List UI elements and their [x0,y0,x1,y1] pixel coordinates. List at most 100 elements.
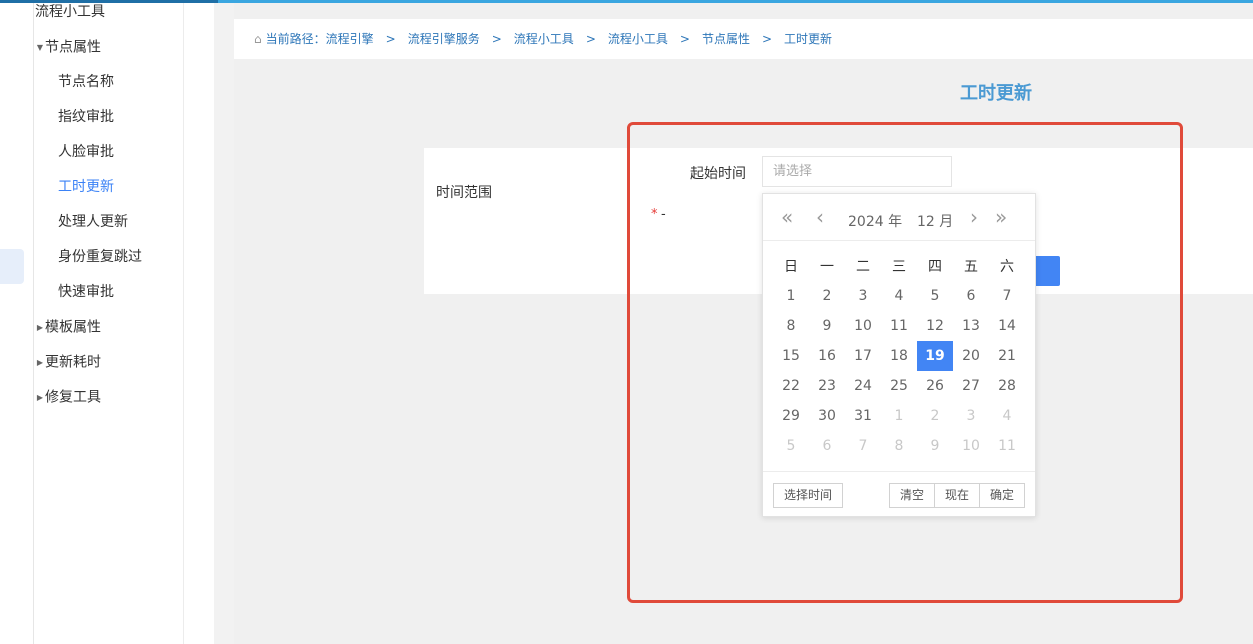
day-cell[interactable]: 6 [953,281,989,311]
day-cell[interactable]: 18 [881,341,917,371]
day-cell[interactable]: 1 [773,281,809,311]
breadcrumb-item[interactable]: 节点属性 [702,32,750,46]
day-cell[interactable]: 29 [773,401,809,431]
time-range-label: 时间范围 [436,185,492,201]
day-cell[interactable]: 22 [773,371,809,401]
day-cell[interactable]: 10 [845,311,881,341]
caret-right-icon: ▶ [36,393,44,402]
breadcrumb-separator: > [761,32,773,46]
sidebar-tree: 流程小工具 ▼ 节点属性 节点名称 指纹审批 人脸审批 工时更新 处理人更新 身份… [35,3,183,644]
next-month-icon[interactable]: › [970,205,978,229]
day-cell-other-month: 5 [786,438,796,454]
breadcrumb-item[interactable]: 流程引擎 [326,32,374,46]
day-cell[interactable]: 12 [917,311,953,341]
day-cell[interactable]: 23 [809,371,845,401]
date-picker-header: « ‹ 2024 年 12 月 › » [763,194,1035,241]
weekday-label: 三 [892,259,906,275]
tree-group-label: 修复工具 [45,389,101,406]
day-cell[interactable]: 11 [881,311,917,341]
date-picker: « ‹ 2024 年 12 月 › » 日 一 二 三 四 五 六 123456… [762,193,1036,517]
left-nav-strip [0,3,34,644]
tree-item-node-name[interactable]: 节点名称 [58,65,114,100]
tree-group-label: 模板属性 [45,319,101,336]
breadcrumb-item[interactable]: 工时更新 [784,32,832,46]
day-cell[interactable]: 27 [953,371,989,401]
day-cell[interactable]: 3 [845,281,881,311]
confirm-button[interactable]: 确定 [979,483,1025,508]
clear-button[interactable]: 清空 [889,483,935,508]
weekday-label: 一 [820,259,834,275]
required-mark: * [651,207,658,222]
start-time-label: 起始时间 [690,166,746,182]
tree-item-face-approval[interactable]: 人脸审批 [58,135,114,170]
caret-right-icon: ▶ [36,323,44,332]
day-cell[interactable]: 15 [773,341,809,371]
weekday-label: 二 [856,259,870,275]
day-cell-selected[interactable]: 19 [917,341,953,371]
month-label[interactable]: 12 月 [917,211,953,231]
main-content: ⌂ 当前路径：流程引擎 > 流程引擎服务 > 流程小工具 > 流程小工具 > 节点属性 > 工时更新 … [234,3,1253,644]
tree-item-quick-approval[interactable]: 快速审批 [58,275,114,310]
tree-item-identity-skip[interactable]: 身份重复跳过 [58,240,142,275]
day-cell[interactable]: 7 [989,281,1025,311]
weekday-label: 日 [784,259,798,275]
day-cell[interactable]: 30 [809,401,845,431]
tree-group-template-attrs[interactable]: ▶ 模板属性 [35,310,101,345]
start-time-input[interactable] [762,156,952,187]
day-cell[interactable]: 4 [881,281,917,311]
caret-right-icon: ▶ [36,358,44,367]
day-cell[interactable]: 17 [845,341,881,371]
select-time-button[interactable]: 选择时间 [773,483,843,508]
tree-item-handler-update[interactable]: 处理人更新 [58,205,128,240]
now-button[interactable]: 现在 [934,483,980,508]
main-top-gap [234,3,1253,19]
day-cell[interactable]: 9 [809,311,845,341]
day-cell[interactable]: 28 [989,371,1025,401]
tree-group-node-attrs[interactable]: ▼ 节点属性 [35,30,101,65]
tree-group-label: 更新耗时 [45,354,101,371]
day-cell[interactable]: 13 [953,311,989,341]
tree-group-repair-tools[interactable]: ▶ 修复工具 [35,380,101,415]
day-cell[interactable]: 14 [989,311,1025,341]
prev-month-icon[interactable]: ‹ [816,205,824,229]
day-cell-other-month: 4 [1002,408,1012,424]
weekday-label: 六 [1000,259,1014,275]
day-cell[interactable]: 24 [845,371,881,401]
breadcrumb-item[interactable]: 流程小工具 [608,32,668,46]
year-label[interactable]: 2024 年 [848,211,902,231]
day-cell[interactable]: 26 [917,371,953,401]
weekday-label: 五 [964,259,978,275]
day-cell[interactable]: 16 [809,341,845,371]
day-cell-other-month: 1 [894,408,904,424]
next-year-icon[interactable]: » [995,205,1007,229]
day-cell-other-month: 2 [930,408,940,424]
sidebar-gap [214,3,234,644]
tree-group-update-duration[interactable]: ▶ 更新耗时 [35,345,101,380]
range-dash: - [661,207,666,222]
home-icon: ⌂ [254,32,262,46]
day-cell[interactable]: 25 [881,371,917,401]
day-cell-other-month: 3 [966,408,976,424]
day-cell[interactable]: 20 [953,341,989,371]
breadcrumb-separator: > [491,32,502,46]
breadcrumb-separator: > [679,32,690,46]
weekday-row: 日 一 二 三 四 五 六 [773,252,1025,282]
tree-item-fingerprint-approval[interactable]: 指纹审批 [58,100,114,135]
breadcrumb-item[interactable]: 流程引擎服务 [408,32,480,46]
day-cell[interactable]: 21 [989,341,1025,371]
tree-root-tools[interactable]: 流程小工具 [35,0,105,30]
day-cell-other-month: 9 [930,438,940,454]
day-cell[interactable]: 2 [809,281,845,311]
date-picker-footer: 选择时间 清空 现在 确定 [763,471,1035,517]
day-cell[interactable]: 31 [845,401,881,431]
day-grid: 1 2 3 4 5 6 7 8 9 10 11 12 13 14 15 16 17 18 19 20 21 22 23 24 2… [773,281,1025,461]
page-title: 工时更新 [960,83,1032,104]
breadcrumb-item[interactable]: 流程小工具 [514,32,574,46]
breadcrumb-separator: > [585,32,596,46]
day-cell-other-month: 6 [822,438,832,454]
prev-year-icon[interactable]: « [781,205,793,229]
left-nav-strip-active[interactable] [0,249,24,284]
day-cell[interactable]: 8 [773,311,809,341]
tree-item-work-hours-update[interactable]: 工时更新 [58,170,114,205]
day-cell[interactable]: 5 [917,281,953,311]
